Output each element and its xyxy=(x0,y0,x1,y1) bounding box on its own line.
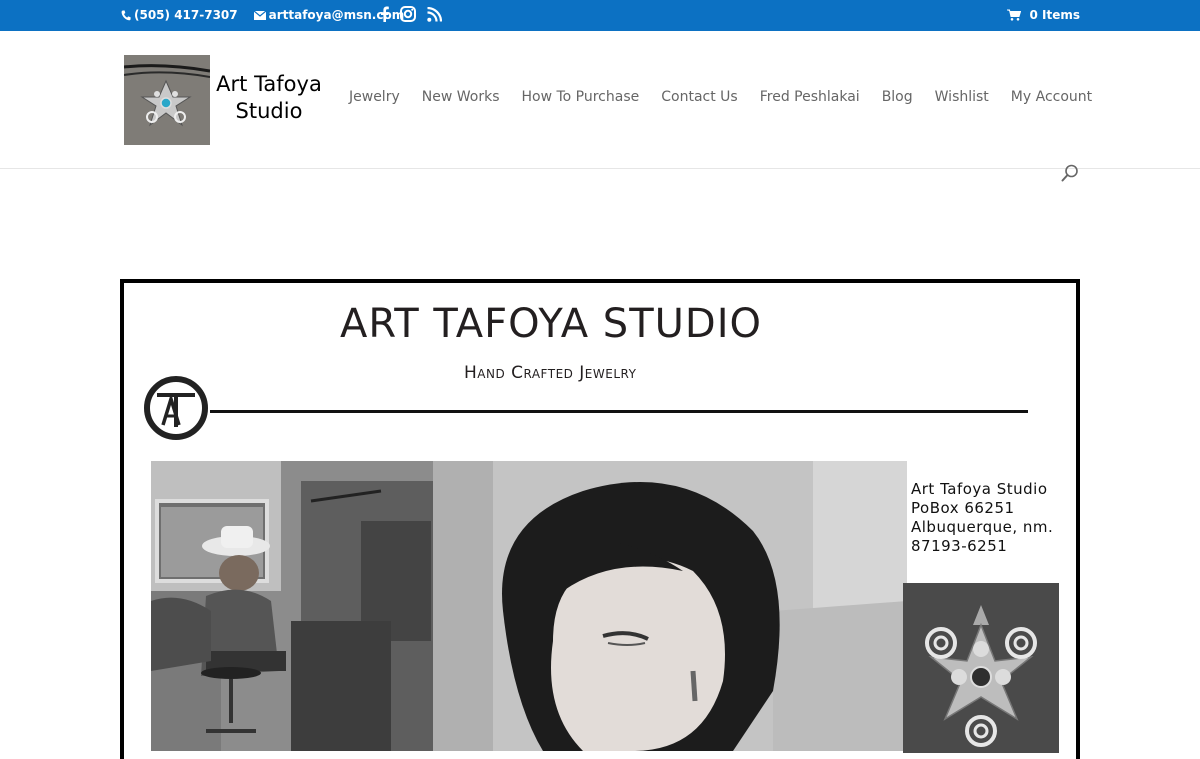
cart-link[interactable]: 0 Items xyxy=(1007,8,1080,22)
cart-count: 0 Items xyxy=(1029,8,1080,22)
hero-banner: ART TAFOYA STUDIO Hand Crafted Jewelry A… xyxy=(120,279,1080,759)
nav-my-account[interactable]: My Account xyxy=(1011,89,1092,105)
portrait-photo xyxy=(433,461,907,751)
address-line-2: PoBox 66251 xyxy=(911,499,1015,517)
site-header: Art Tafoya Studio Jewelry New Works How … xyxy=(0,31,1200,182)
nav-new-works[interactable]: New Works xyxy=(422,89,500,105)
workshop-photo xyxy=(151,461,433,751)
address-line-3: Albuquerque, nm. xyxy=(911,518,1054,536)
banner-subtitle: Hand Crafted Jewelry xyxy=(464,363,637,383)
logo-text[interactable]: Art Tafoya Studio xyxy=(210,71,328,125)
cart-icon xyxy=(1007,9,1022,21)
nav-fred-peshlakai[interactable]: Fred Peshlakai xyxy=(760,89,860,105)
monogram-logo xyxy=(143,375,209,445)
nav-jewelry[interactable]: Jewelry xyxy=(349,89,400,105)
address-line-1: Art Tafoya Studio xyxy=(911,480,1048,498)
logo-image[interactable] xyxy=(124,55,210,145)
social-links xyxy=(380,6,453,22)
instagram-icon[interactable] xyxy=(400,6,416,22)
phone-icon xyxy=(121,10,131,20)
main-nav: Jewelry New Works How To Purchase Contac… xyxy=(349,89,1092,105)
divider-line xyxy=(210,410,1028,413)
top-bar: (505) 417-7307 arttafoya@msn.com 0 Items xyxy=(0,0,1200,31)
nav-contact-us[interactable]: Contact Us xyxy=(661,89,737,105)
pendant-photo xyxy=(903,583,1059,753)
search-icon[interactable] xyxy=(1061,164,1079,186)
banner-title: ART TAFOYA STUDIO xyxy=(340,301,762,347)
contact-info: (505) 417-7307 arttafoya@msn.com xyxy=(121,8,420,22)
address-line-4: 87193-6251 xyxy=(911,537,1008,555)
rss-icon[interactable] xyxy=(427,6,442,22)
studio-address: Art Tafoya Studio PoBox 66251 Albuquerqu… xyxy=(911,480,1053,556)
nav-wishlist[interactable]: Wishlist xyxy=(935,89,989,105)
phone-number: (505) 417-7307 xyxy=(134,8,238,22)
phone-link[interactable]: (505) 417-7307 xyxy=(121,8,238,22)
envelope-icon xyxy=(253,10,266,20)
nav-how-to-purchase[interactable]: How To Purchase xyxy=(521,89,639,105)
nav-blog[interactable]: Blog xyxy=(882,89,913,105)
facebook-icon[interactable] xyxy=(380,6,389,22)
